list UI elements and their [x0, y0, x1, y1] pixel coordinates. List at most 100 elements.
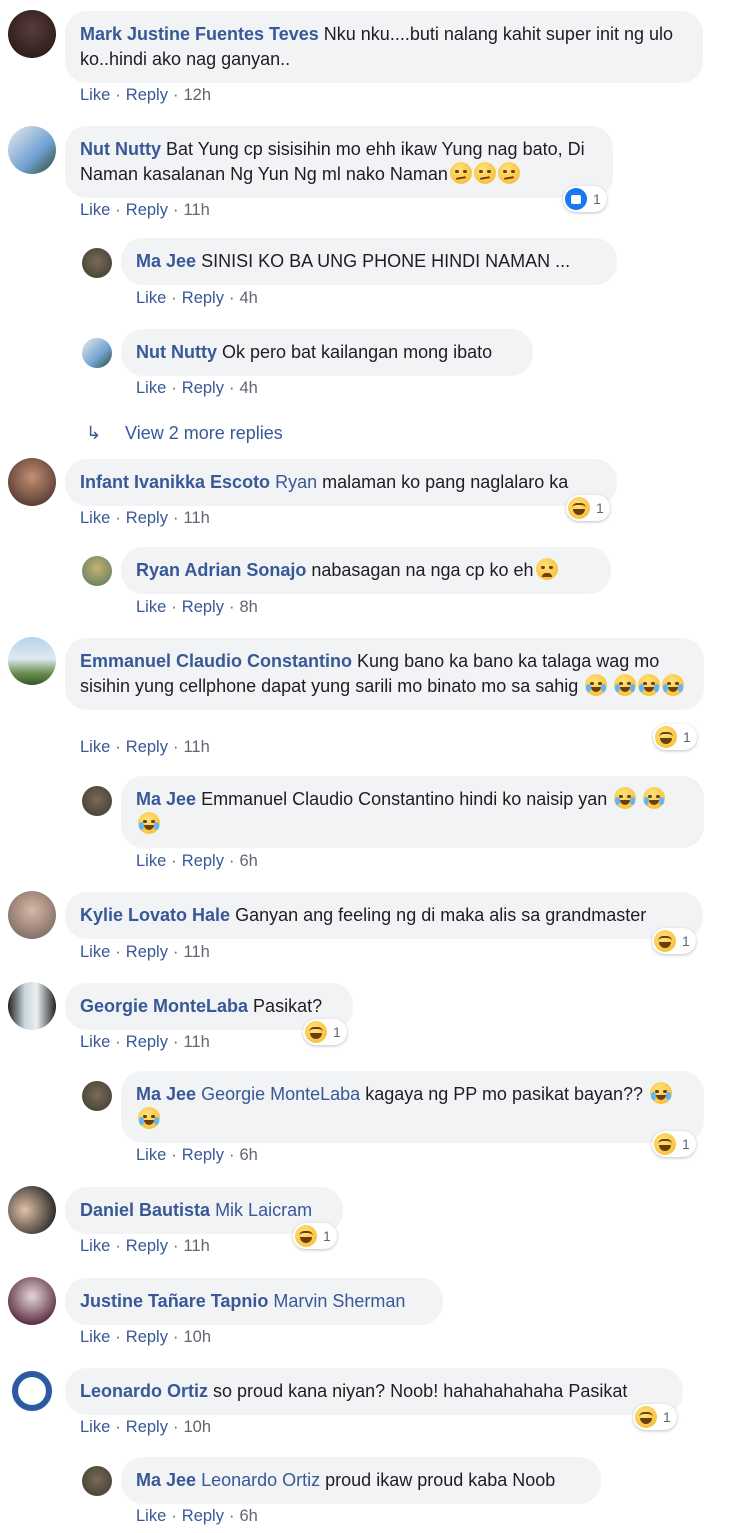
comment-time[interactable]: 10h	[183, 1328, 211, 1346]
reply-link[interactable]: Reply	[126, 1237, 168, 1255]
comment-actions: Like · Reply · 11h	[80, 738, 210, 756]
comment-text: Pasikat?	[253, 996, 323, 1016]
avatar[interactable]	[8, 458, 56, 506]
comment-time[interactable]: 6h	[239, 1507, 257, 1525]
reply-link[interactable]: Reply	[126, 86, 168, 104]
avatar[interactable]	[8, 126, 56, 174]
comment-time[interactable]: 12h	[183, 86, 211, 104]
reply-link[interactable]: Reply	[126, 1418, 168, 1436]
reaction-badge[interactable]: 1	[653, 724, 697, 750]
avatar[interactable]	[8, 637, 56, 685]
mention-link[interactable]: Marvin Sherman	[273, 1291, 405, 1311]
like-link[interactable]: Like	[80, 1328, 110, 1346]
reaction-badge[interactable]: 1	[563, 186, 607, 212]
comment-author[interactable]: Ryan Adrian Sonajo	[136, 560, 306, 580]
reaction-count: 1	[593, 191, 601, 207]
comment-author[interactable]: Kylie Lovato Hale	[80, 905, 230, 925]
avatar[interactable]	[8, 1367, 56, 1415]
like-link[interactable]: Like	[80, 509, 110, 527]
like-link[interactable]: Like	[136, 379, 166, 397]
reply-link[interactable]: Reply	[126, 943, 168, 961]
like-link[interactable]: Like	[136, 289, 166, 307]
avatar[interactable]	[8, 1186, 56, 1234]
comment-time[interactable]: 4h	[239, 289, 257, 307]
view-more-replies-link[interactable]: ↳ View 2 more replies	[86, 423, 283, 444]
like-link[interactable]: Like	[136, 598, 166, 616]
reaction-badge[interactable]: 1	[652, 1131, 696, 1157]
comment-time[interactable]: 11h	[183, 1237, 209, 1255]
comment-author[interactable]: Georgie MonteLaba	[80, 996, 248, 1016]
comment-author[interactable]: Leonardo Ortiz	[80, 1381, 208, 1401]
comment-author[interactable]: Nut Nutty	[80, 139, 161, 159]
avatar[interactable]	[8, 982, 56, 1030]
reaction-badge[interactable]: 1	[293, 1223, 337, 1249]
comment-actions: Like · Reply · 11h	[80, 201, 210, 219]
mention-link[interactable]: Georgie MonteLaba	[201, 1084, 360, 1104]
reply-link[interactable]: Reply	[182, 1146, 224, 1164]
reply-link[interactable]: Reply	[126, 1033, 168, 1051]
comment-time[interactable]: 10h	[183, 1418, 211, 1436]
avatar[interactable]	[82, 1466, 112, 1496]
comment-author[interactable]: Nut Nutty	[136, 342, 217, 362]
comment-author[interactable]: Ma Jee	[136, 1470, 196, 1490]
comment-author[interactable]: Ma Jee	[136, 789, 196, 809]
reaction-count: 1	[682, 933, 690, 949]
like-link[interactable]: Like	[80, 1237, 110, 1255]
comment-author[interactable]: Ma Jee	[136, 1084, 196, 1104]
like-link[interactable]: Like	[80, 1418, 110, 1436]
comment-time[interactable]: 6h	[239, 1146, 257, 1164]
mention-link[interactable]: Ryan	[275, 472, 317, 492]
like-link[interactable]: Like	[80, 943, 110, 961]
comment-text: Ganyan ang feeling ng di maka alis sa gr…	[235, 905, 647, 925]
reply-link[interactable]: Reply	[182, 1507, 224, 1525]
reply-link[interactable]: Reply	[126, 201, 168, 219]
reply-link[interactable]: Reply	[126, 738, 168, 756]
like-link[interactable]: Like	[80, 1033, 110, 1051]
reply-link[interactable]: Reply	[182, 289, 224, 307]
reply-link[interactable]: Reply	[182, 852, 224, 870]
comment-time[interactable]: 11h	[183, 738, 209, 756]
comment-actions: Like · Reply · 8h	[136, 598, 258, 616]
reaction-badge[interactable]: 1	[633, 1404, 677, 1430]
avatar[interactable]	[82, 338, 112, 368]
comment-time[interactable]: 6h	[239, 852, 257, 870]
comment-author[interactable]: Justine Tañare Tapnio	[80, 1291, 268, 1311]
comment-author[interactable]: Mark Justine Fuentes Teves	[80, 24, 319, 44]
comment-author[interactable]: Emmanuel Claudio Constantino	[80, 651, 352, 671]
like-link[interactable]: Like	[136, 1507, 166, 1525]
comment-time[interactable]: 8h	[239, 598, 257, 616]
reply-link[interactable]: Reply	[182, 379, 224, 397]
like-link[interactable]: Like	[136, 1146, 166, 1164]
reaction-count: 1	[682, 1136, 690, 1152]
reply-link[interactable]: Reply	[126, 509, 168, 527]
avatar[interactable]	[82, 248, 112, 278]
like-link[interactable]: Like	[80, 201, 110, 219]
reply-link[interactable]: Reply	[126, 1328, 168, 1346]
avatar[interactable]	[82, 786, 112, 816]
reaction-badge[interactable]: 1	[566, 495, 610, 521]
like-link[interactable]: Like	[80, 86, 110, 104]
comment-author[interactable]: Ma Jee	[136, 251, 196, 271]
avatar[interactable]	[8, 10, 56, 58]
mention-link[interactable]: Mik Laicram	[215, 1200, 312, 1220]
like-link[interactable]: Like	[80, 738, 110, 756]
avatar[interactable]	[8, 1277, 56, 1325]
like-link[interactable]: Like	[136, 852, 166, 870]
comment-time[interactable]: 11h	[183, 509, 209, 527]
tears-of-joy-emoji-icon	[614, 674, 637, 696]
comment-time[interactable]: 11h	[183, 943, 209, 961]
reaction-badge[interactable]: 1	[652, 928, 696, 954]
reaction-badge[interactable]: 1	[303, 1019, 347, 1045]
avatar[interactable]	[8, 891, 56, 939]
comment-time[interactable]: 11h	[183, 201, 209, 219]
reaction-count: 1	[323, 1228, 331, 1244]
comment-author[interactable]: Daniel Bautista	[80, 1200, 210, 1220]
comment-time[interactable]: 4h	[239, 379, 257, 397]
comment-author[interactable]: Infant Ivanikka Escoto	[80, 472, 270, 492]
reply-link[interactable]: Reply	[182, 598, 224, 616]
reply-bubble: Ryan Adrian Sonajo nabasagan na nga cp k…	[121, 547, 611, 594]
avatar[interactable]	[82, 1081, 112, 1111]
mention-link[interactable]: Leonardo Ortiz	[201, 1470, 320, 1490]
avatar[interactable]	[82, 556, 112, 586]
comment-time[interactable]: 11h	[183, 1033, 209, 1051]
